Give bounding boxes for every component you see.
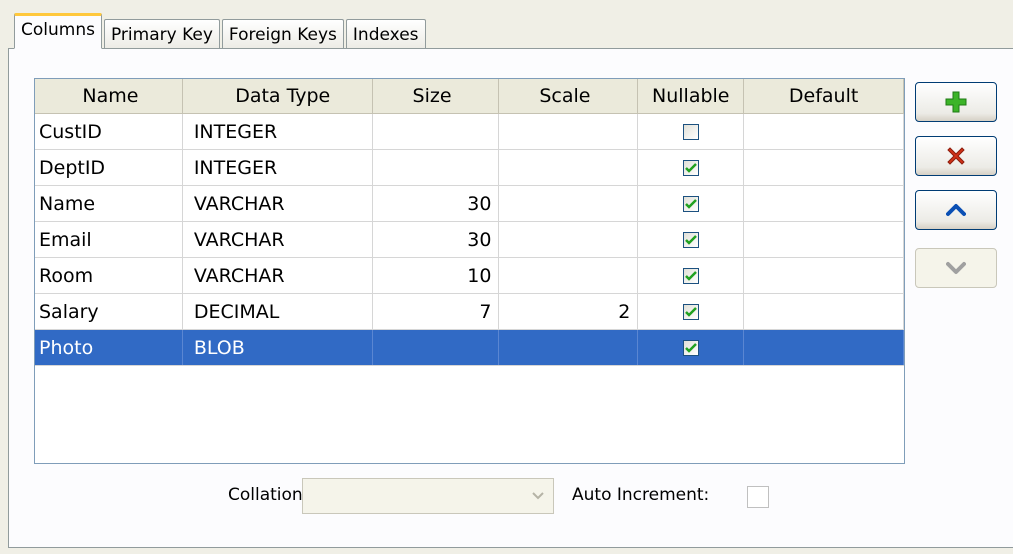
cell-nullable [638,294,745,329]
move-down-button [915,248,997,288]
cell-default[interactable] [744,114,904,149]
collation-select[interactable] [302,478,554,514]
cell-data-type[interactable]: BLOB [183,330,373,365]
collation-label: Collation: [228,485,309,505]
nullable-checkbox[interactable] [682,159,699,176]
cell-name[interactable]: Salary [35,294,183,329]
table-row[interactable]: Photo BLOB [35,330,904,366]
cell-scale[interactable] [499,258,639,293]
columns-grid[interactable]: Name Data Type Size Scale Nullable Defau… [34,78,905,464]
cell-scale[interactable] [499,186,639,221]
cell-nullable [638,150,745,185]
cell-nullable [638,330,745,365]
cell-size[interactable] [373,114,500,149]
cell-nullable [638,114,745,149]
cell-name[interactable]: DeptID [35,150,183,185]
cell-size[interactable]: 30 [373,186,500,221]
table-row[interactable]: DeptID INTEGER [35,150,904,186]
cell-default[interactable] [744,186,904,221]
auto-increment-checkbox[interactable] [747,486,769,508]
cell-name[interactable]: CustID [35,114,183,149]
cell-nullable [638,258,745,293]
cell-default[interactable] [744,150,904,185]
cell-nullable [638,222,745,257]
cell-name[interactable]: Email [35,222,183,257]
cell-scale[interactable]: 2 [499,294,639,329]
check-icon [684,198,697,209]
cell-scale[interactable] [499,114,639,149]
header-name[interactable]: Name [35,79,183,113]
add-column-button[interactable] [915,82,997,122]
nullable-checkbox[interactable] [682,195,699,212]
cell-scale[interactable] [499,330,639,365]
chevron-down-icon [532,492,544,500]
delete-column-button[interactable] [915,136,997,176]
cell-default[interactable] [744,294,904,329]
table-row[interactable]: CustID INTEGER [35,114,904,150]
check-icon [684,162,697,173]
nullable-checkbox[interactable] [682,231,699,248]
auto-increment-label: Auto Increment: [572,485,710,505]
nullable-checkbox[interactable] [682,123,699,140]
nullable-checkbox[interactable] [682,303,699,320]
cell-size[interactable] [373,150,500,185]
cell-size[interactable]: 10 [373,258,500,293]
table-row[interactable]: Salary DECIMAL 7 2 [35,294,904,330]
check-icon [684,306,697,317]
tab-primary-key[interactable]: Primary Key [103,19,220,49]
header-data-type[interactable]: Data Type [183,79,373,113]
cell-name[interactable]: Room [35,258,183,293]
cell-data-type[interactable]: INTEGER [183,150,373,185]
check-icon [684,270,697,281]
x-icon [947,147,965,165]
cell-size[interactable]: 30 [373,222,500,257]
header-default[interactable]: Default [744,79,904,113]
cell-data-type[interactable]: VARCHAR [183,222,373,257]
cell-data-type[interactable]: VARCHAR [183,186,373,221]
grid-header: Name Data Type Size Scale Nullable Defau… [35,79,904,114]
cell-data-type[interactable]: INTEGER [183,114,373,149]
cell-default[interactable] [744,330,904,365]
cell-data-type[interactable]: DECIMAL [183,294,373,329]
tab-foreign-keys[interactable]: Foreign Keys [221,19,344,49]
cell-default[interactable] [744,222,904,257]
cell-data-type[interactable]: VARCHAR [183,258,373,293]
cell-scale[interactable] [499,150,639,185]
cell-name[interactable]: Photo [35,330,183,365]
tab-columns[interactable]: Columns [14,13,102,49]
table-row[interactable]: Room VARCHAR 10 [35,258,904,294]
move-up-button[interactable] [915,190,997,230]
plus-icon [945,91,967,113]
table-row[interactable]: Name VARCHAR 30 [35,186,904,222]
nullable-checkbox[interactable] [682,267,699,284]
cell-default[interactable] [744,258,904,293]
header-size[interactable]: Size [373,79,500,113]
header-nullable[interactable]: Nullable [638,79,745,113]
tab-strip: Columns Primary Key Foreign Keys Indexes [14,12,428,49]
grid-body: CustID INTEGER DeptID INTEGER Name VARCHAR 30 E… [35,114,904,366]
nullable-checkbox[interactable] [682,339,699,356]
cell-name[interactable]: Name [35,186,183,221]
collation-dropdown-button[interactable] [525,481,551,511]
chevron-down-icon [946,262,966,274]
chevron-up-icon [946,204,966,216]
tab-indexes[interactable]: Indexes [345,19,426,49]
check-icon [684,342,697,353]
cell-size[interactable] [373,330,500,365]
table-row[interactable]: Email VARCHAR 30 [35,222,904,258]
cell-scale[interactable] [499,222,639,257]
check-icon [684,234,697,245]
cell-nullable [638,186,745,221]
header-scale[interactable]: Scale [499,79,639,113]
cell-size[interactable]: 7 [373,294,500,329]
